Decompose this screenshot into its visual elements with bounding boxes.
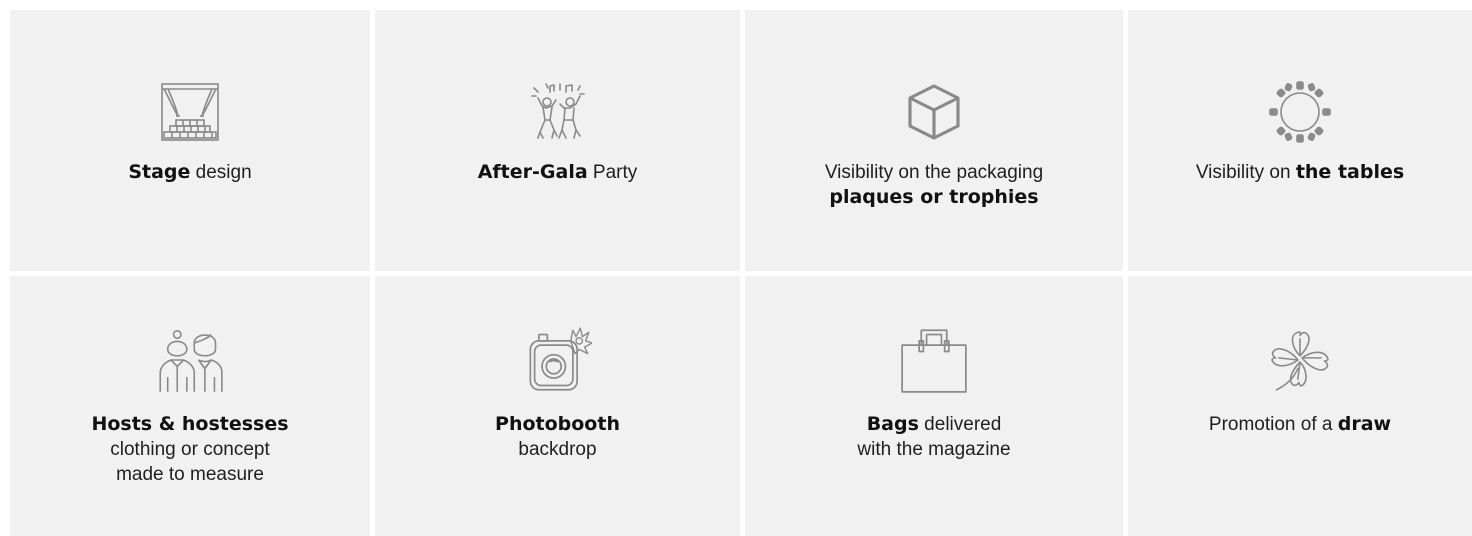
stage-icon [158, 80, 222, 144]
feature-tile-stage-design: Stage design [10, 10, 370, 271]
photo-camera-icon [524, 326, 592, 394]
feature-tile-photobooth: Photobooth backdrop [375, 276, 740, 536]
hosts-icon [156, 326, 224, 394]
feature-title-pre: Visibility on [1195, 162, 1296, 183]
feature-caption: After-Gala Party [478, 160, 638, 185]
feature-caption: Stage design [128, 160, 251, 185]
feature-title-line: Visibility on the packaging [824, 162, 1044, 183]
feature-title-bold: After-Gala [477, 161, 588, 183]
feature-tile-draw: Promotion of a draw [1128, 276, 1472, 536]
feature-caption: Hosts & hostesses clothing or concept ma… [91, 412, 288, 487]
feature-subtitle-line: with the magazine [857, 439, 1011, 460]
feature-title-rest: Party [587, 162, 638, 183]
feature-title-bold: the tables [1295, 161, 1405, 183]
feature-tile-bags: Bags delivered with the magazine [745, 276, 1123, 536]
feature-title-pre: Promotion of a [1208, 414, 1338, 435]
bag-icon [900, 326, 968, 394]
feature-subtitle-line: made to measure [116, 464, 264, 485]
feature-title-bold: Stage [128, 161, 191, 183]
feature-subtitle-line: clothing or concept [110, 439, 270, 460]
feature-caption: Photobooth backdrop [495, 412, 620, 462]
feature-tile-packaging-visibility: Visibility on the packaging plaques or t… [745, 10, 1123, 271]
feature-title-bold: Hosts & hostesses [91, 413, 289, 435]
four-leaf-clover-icon [1266, 326, 1334, 394]
feature-title-bold: Photobooth [495, 413, 620, 435]
feature-caption: Promotion of a draw [1209, 412, 1391, 437]
feature-title-rest: design [190, 162, 252, 183]
round-table-icon [1268, 80, 1332, 144]
feature-tile-hosts-hostesses: Hosts & hostesses clothing or concept ma… [10, 276, 370, 536]
feature-title-bold: plaques or trophies [829, 186, 1039, 208]
box-icon [902, 80, 966, 144]
dancing-people-icon [526, 80, 590, 144]
feature-tile-after-gala-party: After-Gala Party [375, 10, 740, 271]
feature-title-rest: delivered [918, 414, 1002, 435]
feature-title-bold: Bags [866, 413, 919, 435]
feature-caption: Visibility on the packaging plaques or t… [825, 160, 1043, 210]
feature-tile-tables-visibility: Visibility on the tables [1128, 10, 1472, 271]
feature-caption: Visibility on the tables [1196, 160, 1404, 185]
feature-caption: Bags delivered with the magazine [857, 412, 1010, 462]
feature-title-bold: draw [1337, 413, 1392, 435]
feature-subtitle-line: backdrop [518, 439, 597, 460]
